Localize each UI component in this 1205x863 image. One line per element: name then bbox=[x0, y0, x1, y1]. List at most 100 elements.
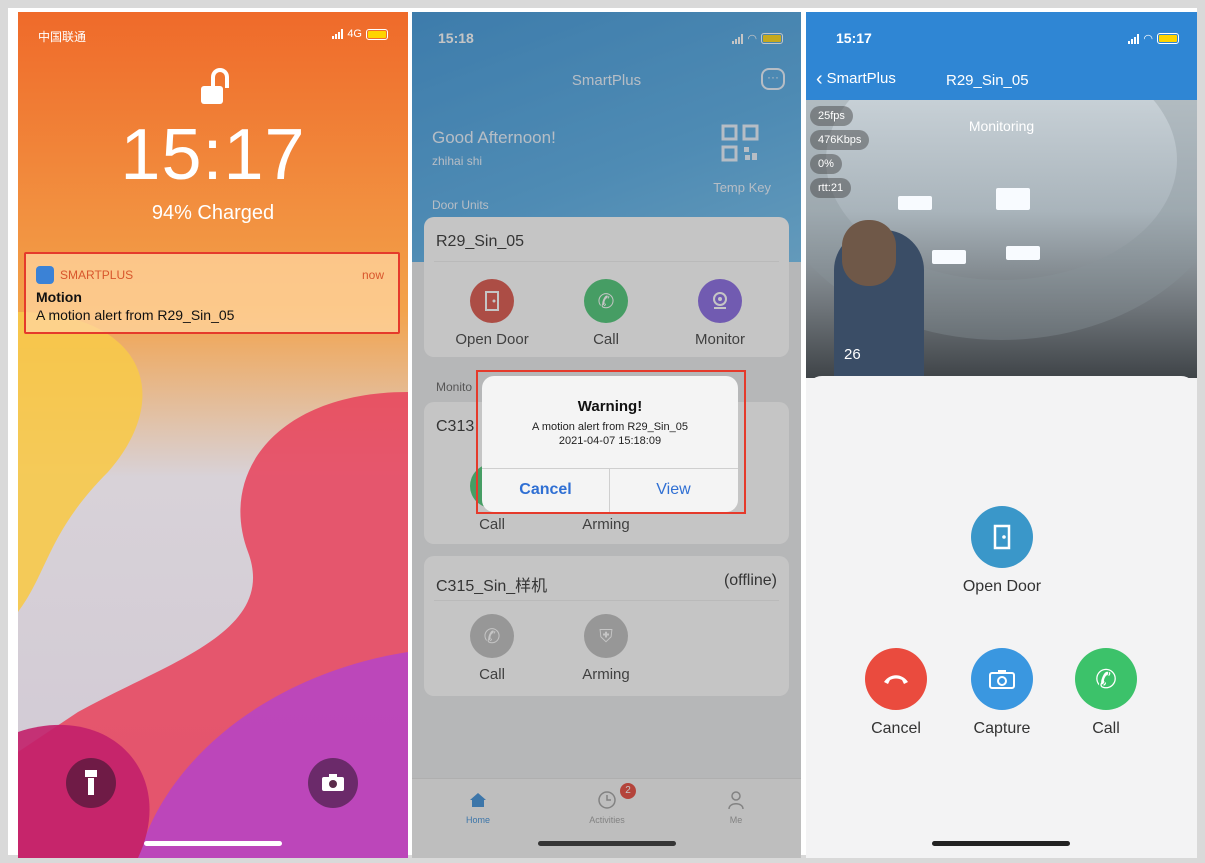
monitor-unit-name: C313 bbox=[436, 418, 475, 435]
app-title: SmartPlus bbox=[571, 72, 642, 89]
message-icon[interactable]: ··· bbox=[761, 68, 785, 90]
offline-arming-label: Arming bbox=[582, 666, 630, 683]
cancel-call-button[interactable]: Cancel bbox=[846, 648, 946, 738]
open-door-action[interactable]: Open Door bbox=[442, 279, 542, 348]
call-action[interactable]: ✆ Call bbox=[556, 279, 656, 348]
offline-status: (offline) bbox=[723, 572, 777, 589]
clock-icon: 2 bbox=[596, 783, 636, 811]
signal-icon bbox=[732, 33, 744, 44]
notification-title: Motion bbox=[36, 289, 82, 305]
monitor-header: 15:17 ◠ ‹ SmartPlus R29_Sin_05 bbox=[806, 12, 1197, 100]
home-indicator[interactable] bbox=[144, 841, 282, 846]
device-title: R29_Sin_05 bbox=[946, 72, 1029, 89]
offline-device-name: C315_Sin_样机 bbox=[436, 578, 548, 595]
user-name: zhihai shi bbox=[432, 154, 483, 168]
monitor-action[interactable]: Monitor bbox=[670, 279, 770, 348]
live-video-feed[interactable]: Monitoring 25fps 476Kbps 0% rtt:21 26 bbox=[806, 100, 1197, 378]
status-time: 15:17 bbox=[836, 30, 872, 46]
tab-activities-label: Activities bbox=[589, 815, 625, 825]
motion-notification[interactable]: SMARTPLUS now Motion A motion alert from… bbox=[24, 252, 400, 334]
status-icons: ◠ bbox=[1128, 32, 1179, 45]
tab-activities[interactable]: 2 Activities bbox=[567, 783, 647, 825]
open-door-button[interactable]: Open Door bbox=[952, 506, 1052, 596]
call-label: Call bbox=[1092, 720, 1120, 737]
phone-icon: ✆ bbox=[584, 279, 628, 323]
camera-button[interactable] bbox=[308, 758, 358, 808]
offline-call-label: Call bbox=[479, 666, 505, 683]
monitors-heading: Monito bbox=[436, 380, 473, 394]
status-bar: 中国联通 4G bbox=[18, 26, 408, 46]
bitrate-stat: 476Kbps bbox=[810, 130, 870, 150]
greeting: Good Afternoon! bbox=[432, 128, 556, 147]
flashlight-icon bbox=[85, 770, 97, 795]
status-time: 15:18 bbox=[438, 30, 474, 46]
tab-me[interactable]: Me bbox=[696, 789, 776, 825]
monitor-label: Monitor bbox=[694, 331, 746, 348]
flashlight-button[interactable] bbox=[66, 758, 116, 808]
smartplus-app-icon bbox=[36, 266, 54, 284]
offline-call-action[interactable]: ✆ Call bbox=[442, 614, 542, 683]
person-head bbox=[842, 220, 896, 286]
video-overlay-number: 26 bbox=[844, 346, 861, 363]
wifi-icon: ◠ bbox=[747, 33, 757, 45]
offline-device-card: C315_Sin_样机 (offline) ✆ Call ⛨ Arming bbox=[424, 556, 789, 696]
cancel-label: Cancel bbox=[871, 720, 921, 737]
camera-icon bbox=[971, 648, 1033, 710]
door-unit-name: R29_Sin_05 bbox=[436, 233, 525, 250]
ceiling-light bbox=[932, 250, 966, 264]
lock-time: 15:17 bbox=[120, 115, 306, 195]
door-unit-card: R29_Sin_05 Open Door ✆ Call Monitor bbox=[424, 217, 789, 357]
person-icon bbox=[725, 789, 747, 811]
tab-me-label: Me bbox=[729, 815, 743, 825]
door-units-heading: Door Units bbox=[432, 198, 489, 212]
network-label: 4G bbox=[347, 28, 362, 40]
phone-icon: ✆ bbox=[1075, 648, 1137, 710]
highlight-frame bbox=[476, 370, 746, 514]
lock-screen: 中国联通 4G 15:17 94% Charged SMARTPLUS now … bbox=[18, 12, 408, 858]
activities-badge: 2 bbox=[620, 783, 636, 799]
notification-app-name: SMARTPLUS bbox=[60, 268, 134, 282]
offline-arming-action[interactable]: ⛨ Arming bbox=[556, 614, 656, 683]
charge-status: 94% Charged bbox=[151, 202, 275, 224]
home-icon bbox=[467, 789, 489, 811]
battery-icon bbox=[1157, 33, 1179, 44]
control-sheet: Open Door Cancel Capture ✆ Call bbox=[806, 376, 1197, 858]
battery-icon bbox=[761, 33, 783, 44]
ceiling-light bbox=[996, 188, 1030, 210]
tab-home[interactable]: Home bbox=[438, 789, 518, 825]
ceiling-light bbox=[898, 196, 932, 210]
home-indicator[interactable] bbox=[538, 841, 676, 846]
back-label: SmartPlus bbox=[826, 70, 896, 87]
home-indicator[interactable] bbox=[932, 841, 1070, 846]
home-screen: 15:18 ◠ SmartPlus ··· Good Afternoon! zh… bbox=[412, 12, 801, 858]
ceiling-light bbox=[1006, 246, 1040, 260]
phone-icon: ✆ bbox=[470, 614, 514, 658]
battery-icon bbox=[366, 28, 388, 40]
monitor-call-label: Call bbox=[479, 516, 505, 533]
notification-body: A motion alert from R29_Sin_05 bbox=[36, 307, 235, 323]
back-button[interactable]: ‹ SmartPlus bbox=[816, 69, 896, 89]
tab-bar: Home 2 Activities Me bbox=[412, 778, 801, 858]
tab-home-label: Home bbox=[465, 815, 490, 825]
shield-icon: ⛨ bbox=[584, 614, 628, 658]
rtt-stat: rtt:21 bbox=[810, 178, 852, 198]
notification-time: now bbox=[361, 268, 384, 282]
capture-button[interactable]: Capture bbox=[952, 648, 1052, 738]
card-divider bbox=[434, 600, 779, 601]
door-icon bbox=[470, 279, 514, 323]
call-label: Call bbox=[593, 331, 619, 348]
hang-up-icon bbox=[865, 648, 927, 710]
door-icon bbox=[971, 506, 1033, 568]
signal-icon bbox=[1128, 33, 1140, 44]
signal-icon bbox=[332, 29, 344, 39]
carrier-label: 中国联通 bbox=[38, 30, 87, 44]
call-button[interactable]: ✆ Call bbox=[1056, 648, 1156, 738]
qr-code-icon[interactable] bbox=[721, 124, 759, 162]
camera-icon bbox=[322, 774, 344, 791]
temp-key-label[interactable]: Temp Key bbox=[713, 180, 771, 195]
wifi-icon: ◠ bbox=[1143, 33, 1153, 45]
open-door-label: Open Door bbox=[962, 578, 1042, 595]
unlocked-padlock-icon bbox=[201, 68, 229, 106]
fps-stat: 25fps bbox=[810, 106, 853, 126]
webcam-icon bbox=[698, 279, 742, 323]
